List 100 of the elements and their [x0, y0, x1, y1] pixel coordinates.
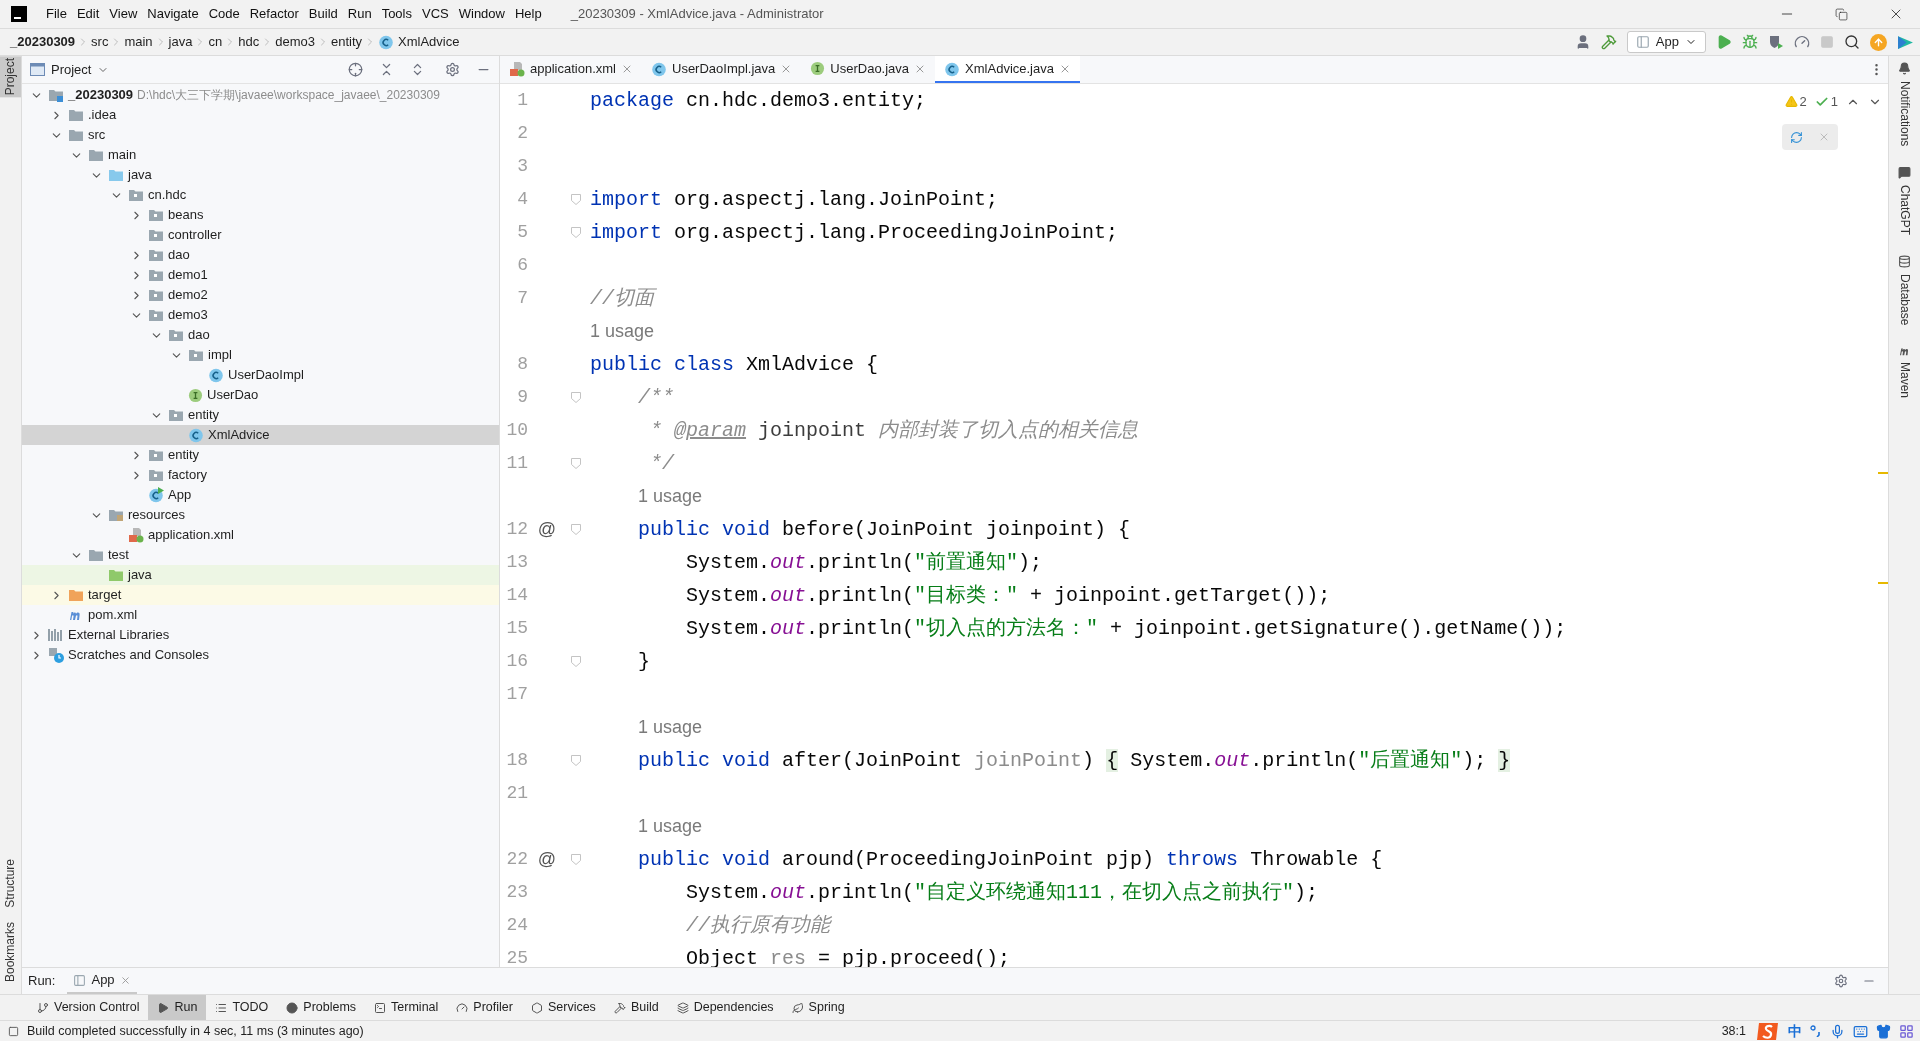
tree-item[interactable]: src	[22, 125, 499, 145]
build-icon[interactable]	[1600, 34, 1617, 50]
breadcrumb[interactable]: XmlAdvice	[398, 32, 460, 52]
editor-tab[interactable]: application.xml	[500, 56, 642, 83]
run-icon[interactable]	[1716, 34, 1732, 50]
tool-window-tab[interactable]: Version Control	[28, 995, 149, 1020]
tree-item[interactable]: demo3	[22, 305, 499, 325]
debug-icon[interactable]	[1742, 34, 1758, 50]
tool-window-tab[interactable]: Run	[148, 995, 207, 1020]
chat-icon[interactable]	[1898, 166, 1911, 180]
tree-item[interactable]: controller	[22, 225, 499, 245]
tree-item[interactable]: App	[22, 485, 499, 505]
notifications-icon[interactable]	[1898, 62, 1911, 75]
tree-item[interactable]: cn.hdc	[22, 185, 499, 205]
settings-icon[interactable]	[1834, 974, 1848, 988]
search-icon[interactable]	[1844, 34, 1860, 50]
locate-icon[interactable]	[348, 62, 363, 77]
tool-window-tab[interactable]: Bookmarks	[0, 919, 21, 984]
gutter-marker[interactable]: @	[537, 846, 557, 873]
menu-item[interactable]: Run	[342, 4, 377, 24]
warning-count[interactable]: 2	[1799, 92, 1807, 112]
breadcrumb[interactable]: _20230309	[10, 32, 76, 52]
profile-icon[interactable]	[1794, 34, 1810, 50]
tree-item[interactable]: UserDaoImpl	[22, 365, 499, 385]
tree-item[interactable]: entity	[22, 445, 499, 465]
tree-item[interactable]: target	[22, 585, 499, 605]
breadcrumb[interactable]: hdc	[238, 32, 260, 52]
menu-item[interactable]: Edit	[71, 4, 105, 24]
menu-item[interactable]: Code	[203, 4, 245, 24]
tree-item[interactable]: UserDao	[22, 385, 499, 405]
tree-item[interactable]: factory	[22, 465, 499, 485]
tree-item[interactable]: beans	[22, 205, 499, 225]
tool-window-tab[interactable]: Spring	[782, 995, 854, 1020]
breadcrumb[interactable]: entity	[330, 32, 362, 52]
panel-toggle-icon[interactable]	[8, 1025, 19, 1037]
tool-window-tab[interactable]: Dependencies	[667, 995, 783, 1020]
tool-window-tab[interactable]: Profiler	[447, 995, 522, 1020]
toolbox-icon[interactable]	[1899, 1023, 1914, 1039]
menu-item[interactable]: Help	[509, 4, 547, 24]
tool-window-tab[interactable]: Structure	[0, 857, 21, 910]
tree-item[interactable]: _20230309 D:\hdc\大三下学期\javaee\workspace_javaee\_20230309	[22, 85, 499, 105]
panel-title[interactable]: Project	[51, 59, 92, 80]
menu-item[interactable]: View	[104, 4, 143, 24]
breadcrumb[interactable]: demo3	[275, 32, 315, 52]
tree-item[interactable]: demo2	[22, 285, 499, 305]
restore-icon[interactable]	[1835, 7, 1848, 21]
tree-item[interactable]: External Libraries	[22, 625, 499, 645]
menu-item[interactable]: Refactor	[244, 4, 304, 24]
tool-window-tab[interactable]: ChatGPT	[1889, 183, 1920, 238]
settings-icon[interactable]	[445, 62, 460, 77]
tree-item[interactable]: java	[22, 565, 499, 585]
keyboard-icon[interactable]	[1853, 1023, 1868, 1039]
tool-window-tab[interactable]: Project	[0, 56, 21, 98]
breadcrumb[interactable]: src	[91, 32, 109, 52]
tree-item[interactable]: .idea	[22, 105, 499, 125]
usage-hint[interactable]: 1 usage	[638, 810, 703, 843]
breadcrumb[interactable]: main	[124, 32, 153, 52]
tool-window-tab[interactable]: Problems	[277, 995, 366, 1020]
menu-item[interactable]: File	[41, 4, 72, 24]
tool-window-tab[interactable]: Maven	[1889, 359, 1920, 400]
tree-item[interactable]: dao	[22, 325, 499, 345]
caret-position[interactable]: 38:1	[1721, 1021, 1746, 1041]
usage-hint[interactable]: 1 usage	[590, 315, 655, 348]
tool-window-tab[interactable]: Services	[521, 995, 605, 1020]
editor-tab[interactable]: XmlAdvice.java	[935, 56, 1080, 83]
tool-window-tab[interactable]: TODO	[206, 995, 278, 1020]
tree-item[interactable]: impl	[22, 345, 499, 365]
tree-item[interactable]: main	[22, 145, 499, 165]
tool-window-tab[interactable]: Terminal	[365, 995, 448, 1020]
tree-item[interactable]: entity	[22, 405, 499, 425]
menu-item[interactable]: Navigate	[142, 4, 204, 24]
breadcrumb[interactable]: cn	[208, 32, 223, 52]
tree-item[interactable]: resources	[22, 505, 499, 525]
microphone-icon[interactable]	[1830, 1023, 1845, 1039]
typo-count[interactable]: 1	[1830, 92, 1838, 112]
skin-icon[interactable]	[1876, 1023, 1891, 1039]
input-method-logo-icon[interactable]	[1756, 1020, 1780, 1041]
gutter-marker[interactable]: @	[537, 516, 557, 543]
tree-item[interactable]: pom.xml	[22, 605, 499, 625]
breadcrumb[interactable]: java	[168, 32, 193, 52]
database-icon[interactable]	[1898, 255, 1911, 269]
coverage-icon[interactable]	[1768, 34, 1784, 50]
usage-hint[interactable]: 1 usage	[638, 480, 703, 513]
tree-item[interactable]: application.xml	[22, 525, 499, 545]
run-configuration-dropdown[interactable]: App	[1626, 31, 1706, 53]
menu-item[interactable]: Window	[453, 4, 510, 24]
maven-reload-icon[interactable]	[1789, 130, 1803, 144]
tree-item[interactable]: test	[22, 545, 499, 565]
tree-item[interactable]: java	[22, 165, 499, 185]
menu-item[interactable]: Tools	[376, 4, 417, 24]
menu-item[interactable]: VCS	[417, 4, 454, 24]
punctuation-icon[interactable]	[1810, 1025, 1822, 1037]
tree-item[interactable]: dao	[22, 245, 499, 265]
tool-window-tab[interactable]: Notifications	[1889, 79, 1920, 149]
editor-tab[interactable]: UserDaoImpl.java	[642, 56, 802, 83]
tree-item[interactable]: XmlAdvice	[22, 425, 499, 445]
editor-tab[interactable]: UserDao.java	[801, 56, 936, 83]
tree-item[interactable]: Scratches and Consoles	[22, 645, 499, 665]
tool-window-tab[interactable]: Build	[604, 995, 668, 1020]
ide-services-icon[interactable]	[1897, 33, 1914, 51]
